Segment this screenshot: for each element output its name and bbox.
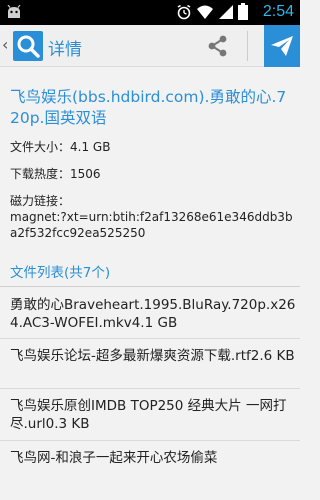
download-heat-label: 下载热度：: [10, 167, 71, 181]
file-list-divider: [0, 286, 300, 287]
status-bar: 2:54: [0, 0, 300, 25]
list-item[interactable]: 飞鸟网-和浪子一起来开心农场偷菜: [10, 449, 296, 467]
action-divider: [247, 31, 248, 61]
page-title: 详情: [48, 40, 82, 60]
battery-icon: [238, 3, 248, 24]
file-size-label: 文件大小：: [10, 140, 71, 154]
android-icon: [5, 4, 23, 23]
list-item[interactable]: 飞鸟娱乐原创IMDB TOP250 经典大片 一网打尽.url0.3 KB: [10, 397, 296, 433]
magnet-link[interactable]: magnet:?xt=urn:btih:f2af13268e61e346ddb3…: [10, 209, 296, 241]
action-bar: ‹ 详情: [0, 25, 300, 67]
share-icon[interactable]: [206, 34, 230, 62]
search-icon[interactable]: [13, 31, 43, 61]
resource-title: 飞鸟娱乐(bbs.hdbird.com).勇敢的心.720p.国英双语: [10, 88, 287, 127]
magnet-label: 磁力链接：: [10, 194, 71, 208]
list-divider: [0, 440, 300, 441]
list-item[interactable]: 飞鸟娱乐论坛-超多最新爆爽资源下载.rtf2.6 KB: [10, 347, 296, 365]
file-list-header: 文件列表(共7个): [10, 265, 111, 281]
file-size-row: 文件大小：4.1 GB: [10, 138, 110, 155]
list-divider: [0, 338, 300, 339]
send-icon: [271, 36, 293, 56]
signal-icon: [218, 4, 234, 24]
list-item[interactable]: 勇敢的心Braveheart.1995.BluRay.720p.x264.AC3…: [10, 296, 296, 332]
list-divider: [0, 388, 300, 389]
detail-content: 飞鸟娱乐(bbs.hdbird.com).勇敢的心.720p.国英双语 文件大小…: [0, 67, 300, 500]
download-heat-value: 1506: [70, 167, 101, 181]
back-button[interactable]: ‹: [2, 35, 8, 54]
send-button[interactable]: [264, 25, 300, 67]
clock: 2:54: [262, 3, 294, 20]
download-heat-row: 下载热度：1506: [10, 165, 101, 182]
alarm-icon: [176, 4, 192, 24]
wifi-icon: [196, 4, 214, 24]
file-size-value: 4.1 GB: [70, 140, 111, 154]
